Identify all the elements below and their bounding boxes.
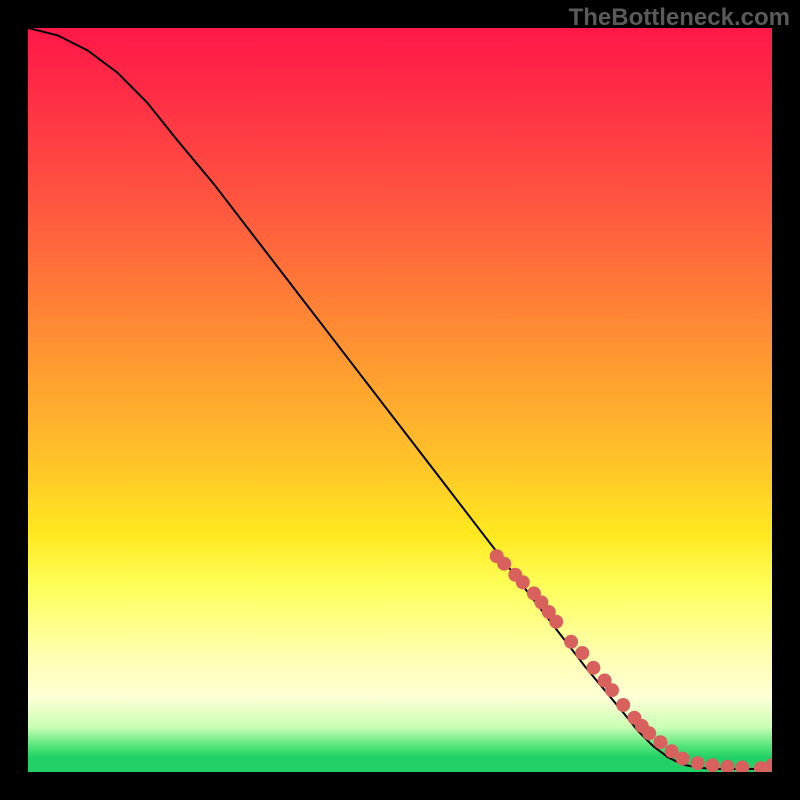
chart-points-layer — [28, 28, 772, 772]
data-point — [549, 615, 563, 629]
chart-plot-area — [28, 28, 772, 772]
data-point — [676, 752, 690, 766]
data-point — [575, 646, 589, 660]
data-point — [586, 661, 600, 675]
data-point — [691, 756, 705, 770]
data-point — [616, 698, 630, 712]
data-point — [497, 557, 511, 571]
data-point — [720, 760, 734, 772]
data-point — [735, 761, 749, 773]
data-point — [605, 683, 619, 697]
data-point — [516, 575, 530, 589]
data-point — [706, 758, 720, 772]
data-point — [653, 735, 667, 749]
data-point — [642, 726, 656, 740]
data-point — [564, 635, 578, 649]
attribution-label: TheBottleneck.com — [569, 4, 790, 32]
